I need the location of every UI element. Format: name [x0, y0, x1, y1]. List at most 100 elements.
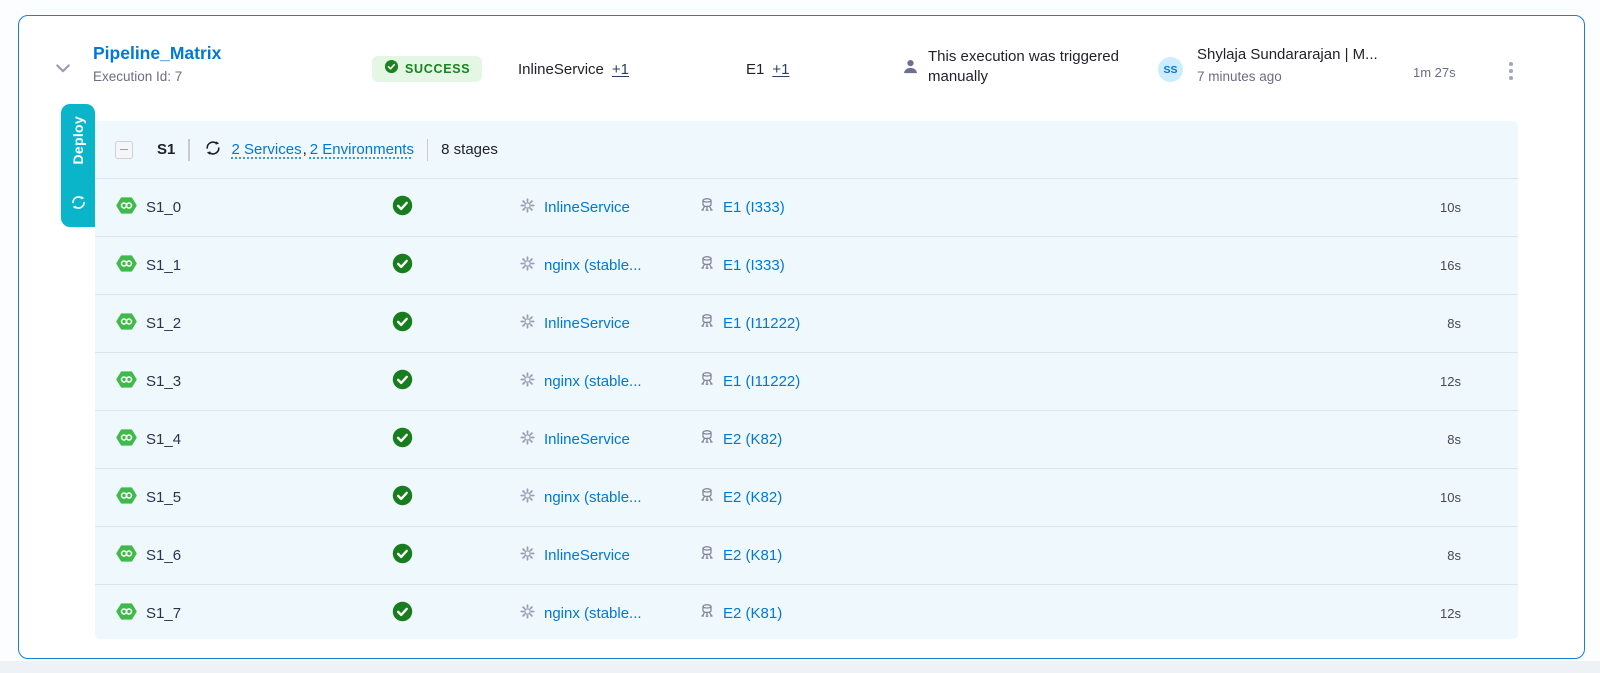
- environment-primary-label: E1: [746, 61, 764, 78]
- success-check-icon: [392, 543, 413, 569]
- environment-link[interactable]: E2 (K81): [723, 547, 782, 564]
- stage-duration: 12s: [1440, 606, 1461, 621]
- services-count-link[interactable]: 2 Services: [232, 141, 302, 158]
- stage-duration: 8s: [1447, 432, 1461, 447]
- matrix-group-label: S1: [157, 141, 175, 158]
- stage-name-link[interactable]: S1_1: [146, 257, 181, 274]
- services-more-link[interactable]: +1: [612, 61, 629, 78]
- matrix-loop-icon: [69, 193, 88, 217]
- environment-infra-icon: [699, 371, 715, 392]
- stage-row[interactable]: S1_0 InlineService: [95, 178, 1518, 236]
- avatar[interactable]: SS: [1158, 57, 1183, 82]
- stages-count-label: 8 stages: [441, 141, 498, 158]
- stage-name-link[interactable]: S1_0: [146, 199, 181, 216]
- environment-link[interactable]: E1 (I11222): [723, 315, 800, 332]
- environments-summary: E1 +1: [746, 61, 789, 78]
- success-check-icon: [392, 601, 413, 627]
- stage-tab-label: Deploy: [70, 116, 86, 164]
- execution-duration: 1m 27s: [1413, 65, 1456, 80]
- service-link[interactable]: nginx (stable...: [544, 373, 642, 390]
- status-label: SUCCESS: [405, 62, 470, 76]
- matrix-loop-icon: [203, 138, 223, 163]
- environment-infra-icon: [699, 487, 715, 508]
- trigger-info: This execution was triggered manually: [901, 47, 1160, 87]
- stage-duration: 8s: [1447, 316, 1461, 331]
- stage-row[interactable]: S1_7 nginx (stable...: [95, 584, 1518, 642]
- environment-link[interactable]: E2 (K82): [723, 431, 782, 448]
- service-link[interactable]: nginx (stable...: [544, 257, 642, 274]
- environment-link[interactable]: E2 (K82): [723, 489, 782, 506]
- service-link[interactable]: InlineService: [544, 315, 630, 332]
- success-check-icon: [392, 253, 413, 279]
- stage-hexagon-icon: [115, 600, 138, 628]
- service-gear-icon: [519, 255, 536, 277]
- stage-duration: 16s: [1440, 258, 1461, 273]
- stage-row[interactable]: S1_6 InlineService: [95, 526, 1518, 584]
- stage-hexagon-icon: [115, 194, 138, 222]
- execution-header: Pipeline_Matrix Execution Id: 7 SUCCESS …: [19, 16, 1584, 116]
- matrix-panel: S1 2 Services , 2 Environments 8 stages: [95, 121, 1518, 639]
- environment-link[interactable]: E1 (I11222): [723, 373, 800, 390]
- stage-row[interactable]: S1_3 nginx (stable...: [95, 352, 1518, 410]
- matrix-group-header: S1 2 Services , 2 Environments 8 stages: [95, 121, 1518, 178]
- service-primary-label: InlineService: [518, 61, 604, 78]
- stage-duration: 10s: [1440, 200, 1461, 215]
- stage-hexagon-icon: [115, 542, 138, 570]
- environment-infra-icon: [699, 545, 715, 566]
- service-gear-icon: [519, 545, 536, 567]
- stage-hexagon-icon: [115, 484, 138, 512]
- stage-tab-deploy[interactable]: Deploy: [61, 104, 95, 227]
- stage-row[interactable]: S1_1 nginx (stable...: [95, 236, 1518, 294]
- stage-row[interactable]: S1_4 InlineService: [95, 410, 1518, 468]
- success-check-icon: [392, 195, 413, 221]
- services-summary: InlineService +1: [518, 61, 629, 78]
- success-check-icon: [392, 427, 413, 453]
- environment-link[interactable]: E1 (I333): [723, 257, 785, 274]
- divider: [188, 139, 189, 161]
- environment-infra-icon: [699, 313, 715, 334]
- environment-infra-icon: [699, 429, 715, 450]
- stage-name-link[interactable]: S1_2: [146, 315, 181, 332]
- pipeline-name-link[interactable]: Pipeline_Matrix: [93, 43, 221, 64]
- stage-name-link[interactable]: S1_6: [146, 547, 181, 564]
- service-link[interactable]: InlineService: [544, 199, 630, 216]
- success-check-icon: [392, 311, 413, 337]
- status-badge: SUCCESS: [372, 56, 482, 82]
- collapse-minus-icon[interactable]: [115, 141, 133, 159]
- service-link[interactable]: InlineService: [544, 431, 630, 448]
- service-link[interactable]: InlineService: [544, 547, 630, 564]
- service-link[interactable]: nginx (stable...: [544, 605, 642, 622]
- service-gear-icon: [519, 429, 536, 451]
- environments-count-link[interactable]: 2 Environments: [310, 141, 414, 158]
- stage-row[interactable]: S1_5 nginx (stable...: [95, 468, 1518, 526]
- execution-card: Pipeline_Matrix Execution Id: 7 SUCCESS …: [18, 15, 1585, 659]
- kebab-menu-icon[interactable]: [1501, 59, 1521, 83]
- user-block: Shylaja Sundararajan | M... 7 minutes ag…: [1197, 46, 1378, 84]
- stage-hexagon-icon: [115, 252, 138, 280]
- stage-name-link[interactable]: S1_3: [146, 373, 181, 390]
- environment-infra-icon: [699, 197, 715, 218]
- service-gear-icon: [519, 487, 536, 509]
- chevron-down-icon[interactable]: [53, 58, 73, 78]
- service-link[interactable]: nginx (stable...: [544, 489, 642, 506]
- environments-more-link[interactable]: +1: [772, 61, 789, 78]
- stage-hexagon-icon: [115, 426, 138, 454]
- stage-name-link[interactable]: S1_4: [146, 431, 181, 448]
- stage-name-link[interactable]: S1_7: [146, 605, 181, 622]
- environment-link[interactable]: E1 (I333): [723, 199, 785, 216]
- trigger-text: This execution was triggered manually: [928, 47, 1160, 87]
- stage-rows: S1_0 InlineService: [95, 178, 1518, 642]
- stage-row[interactable]: S1_2 InlineService: [95, 294, 1518, 352]
- stage-duration: 10s: [1440, 490, 1461, 505]
- stage-hexagon-icon: [115, 310, 138, 338]
- time-ago: 7 minutes ago: [1197, 69, 1378, 84]
- stage-hexagon-icon: [115, 368, 138, 396]
- environment-infra-icon: [699, 255, 715, 276]
- divider: [427, 139, 428, 161]
- page-background-strip: [0, 661, 1600, 673]
- comma: ,: [303, 141, 307, 158]
- environment-link[interactable]: E2 (K81): [723, 605, 782, 622]
- success-check-icon: [392, 485, 413, 511]
- stage-name-link[interactable]: S1_5: [146, 489, 181, 506]
- environment-infra-icon: [699, 603, 715, 624]
